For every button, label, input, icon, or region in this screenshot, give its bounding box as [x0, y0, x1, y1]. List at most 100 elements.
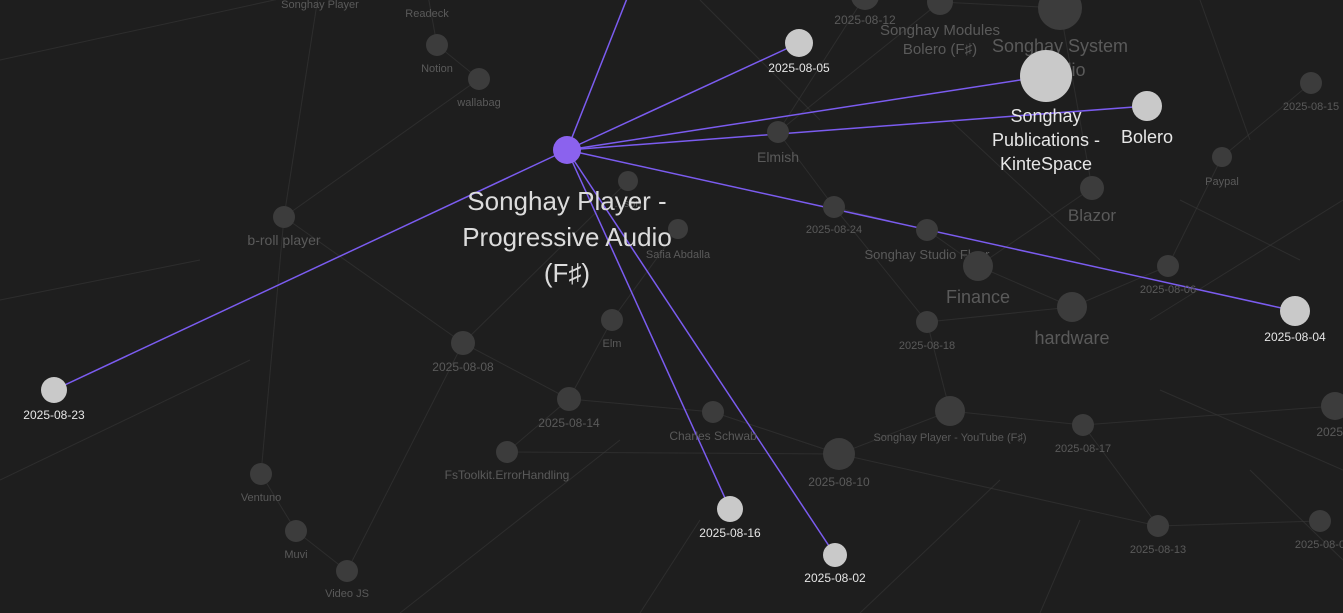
node-circle[interactable] [601, 309, 623, 331]
node-circle[interactable] [963, 251, 993, 281]
node-circle[interactable] [426, 34, 448, 56]
node-label: Songhay Modules Bolero (F♯) [880, 22, 1000, 58]
graph-node-paypal[interactable]: Paypal [1205, 147, 1239, 188]
node-label-line: Video JS [325, 588, 369, 600]
node-label-line: 2025-08-24 [806, 224, 862, 236]
node-label: Readeck [405, 8, 449, 20]
graph-node-wallabag[interactable]: wallabag [456, 68, 501, 109]
node-circle[interactable] [1132, 91, 1162, 121]
node-label-line: Elm [603, 338, 622, 350]
graph-node-bolero[interactable]: Bolero [1121, 91, 1173, 147]
node-circle[interactable] [935, 396, 965, 426]
graph-node-2025-08-08[interactable]: 2025-08-08 [432, 331, 494, 374]
graph-node-ventuno[interactable]: Ventuno [241, 463, 281, 504]
node-circle[interactable] [285, 520, 307, 542]
node-circle[interactable] [927, 0, 953, 15]
node-circle[interactable] [1157, 255, 1179, 277]
node-circle[interactable] [1212, 147, 1232, 167]
node-label-line: Charles Schwab [669, 429, 757, 443]
graph-node-2025-08-18[interactable]: 2025-08-18 [899, 311, 955, 352]
node-circle[interactable] [1020, 50, 1072, 102]
node-circle[interactable] [1038, 0, 1082, 30]
node-circle[interactable] [273, 206, 295, 228]
node-circle[interactable] [41, 377, 67, 403]
graph-node-songhay-player-progressive-audio[interactable]: Songhay Player - Progressive Audio (F♯) [462, 136, 672, 288]
node-label: Songhay Player - YouTube (F♯) [873, 432, 1026, 444]
graph-node-video-js[interactable]: Video JS [325, 560, 369, 600]
graph-node-elm[interactable]: Elm [601, 309, 623, 350]
node-circle[interactable] [336, 560, 358, 582]
node-circle[interactable] [451, 331, 475, 355]
graph-node-2025-08-16[interactable]: 2025-08-16 [699, 496, 761, 540]
graph-node-2025-08-15[interactable]: 2025-08-15 [1283, 72, 1339, 113]
graph-node-2025-08-17[interactable]: 2025-08-17 [1055, 414, 1111, 455]
graph-node-muvi[interactable]: Muvi [284, 520, 308, 561]
graph-edge [283, 78, 480, 218]
graph-view[interactable]: Songhay Player Readeck Notion wallabag 2025-… [0, 0, 1343, 613]
node-circle[interactable] [496, 441, 518, 463]
node-circle[interactable] [785, 29, 813, 57]
node-circle[interactable] [702, 401, 724, 423]
node-circle[interactable] [1321, 392, 1343, 420]
node-circle[interactable] [823, 438, 855, 470]
node-label: FsToolkit.ErrorHandling [445, 468, 570, 482]
graph-node-2025-08-06[interactable]: 2025-08-06 [1140, 255, 1196, 296]
node-circle[interactable] [557, 387, 581, 411]
graph-node-blazor[interactable]: Blazor [1068, 176, 1117, 225]
node-circle[interactable] [823, 543, 847, 567]
graph-node-songhay-player-top[interactable]: Songhay Player [281, 0, 359, 11]
node-label: Blazor [1068, 206, 1117, 225]
node-circle[interactable] [717, 496, 743, 522]
node-label: Notion [421, 63, 453, 75]
node-label-line: 2025-08-13 [1130, 544, 1186, 556]
graph-node-songhay-player-youtube[interactable]: Songhay Player - YouTube (F♯) [873, 396, 1027, 444]
node-circle[interactable] [1280, 296, 1310, 326]
node-label: 2025-08-08 [432, 360, 494, 374]
graph-edge [777, 131, 835, 208]
node-circle[interactable] [823, 196, 845, 218]
graph-node-songhay-modules-bolero[interactable]: Songhay Modules Bolero (F♯) [880, 0, 1000, 58]
graph-edge [1157, 520, 1321, 527]
node-circle[interactable] [553, 136, 581, 164]
node-circle[interactable] [767, 121, 789, 143]
node-label: 2025-08-16 [699, 526, 761, 540]
node-label-line: FsToolkit.ErrorHandling [445, 468, 570, 482]
graph-node-hardware[interactable]: hardware [1034, 292, 1110, 348]
node-circle[interactable] [1147, 515, 1169, 537]
focus-edge [566, 0, 628, 151]
graph-node-2025-08-05[interactable]: 2025-08-05 [768, 29, 830, 75]
node-circle[interactable] [1309, 510, 1331, 532]
node-circle[interactable] [1300, 72, 1322, 94]
node-circle[interactable] [916, 311, 938, 333]
graph-edge [1167, 156, 1223, 267]
graph-node-b-roll-player[interactable]: b-roll player [247, 206, 321, 248]
graph-node-2025-0-right[interactable]: 2025-0 [1316, 392, 1343, 439]
node-circle[interactable] [468, 68, 490, 90]
graph-node-2025-08-23[interactable]: 2025-08-23 [23, 377, 85, 422]
node-label-line: 2025-08-14 [538, 416, 600, 430]
node-circle[interactable] [1057, 292, 1087, 322]
graph-nodes[interactable]: Songhay Player Readeck Notion wallabag 2025-… [23, 0, 1343, 600]
node-circle[interactable] [916, 219, 938, 241]
node-label-line: Readeck [405, 8, 449, 20]
node-label-line: Songhay Player [281, 0, 359, 11]
graph-node-fstoolkit[interactable]: FsToolkit.ErrorHandling [445, 441, 570, 482]
graph-node-2025-08-14[interactable]: 2025-08-14 [538, 387, 600, 430]
graph-node-2025-08-0x-right[interactable]: 2025-08-0 [1295, 510, 1343, 551]
graph-node-elmish[interactable]: Elmish [757, 121, 799, 165]
graph-node-2025-08-04[interactable]: 2025-08-04 [1264, 296, 1326, 344]
node-label-line: (F♯) [544, 258, 590, 288]
node-label-line: 2025-08-02 [804, 571, 866, 585]
node-label: Ventuno [241, 492, 281, 504]
node-label-line: 2025-08-10 [808, 475, 870, 489]
node-circle[interactable] [851, 0, 879, 10]
node-label: 2025-08-18 [899, 340, 955, 352]
node-label: hardware [1034, 328, 1109, 348]
node-circle[interactable] [1072, 414, 1094, 436]
node-circle[interactable] [1080, 176, 1104, 200]
graph-node-2025-08-24[interactable]: 2025-08-24 [806, 196, 862, 236]
node-circle[interactable] [250, 463, 272, 485]
graph-node-2025-08-02[interactable]: 2025-08-02 [804, 543, 866, 585]
graph-node-readeck[interactable]: Readeck [405, 0, 449, 20]
graph-edge [568, 319, 613, 400]
